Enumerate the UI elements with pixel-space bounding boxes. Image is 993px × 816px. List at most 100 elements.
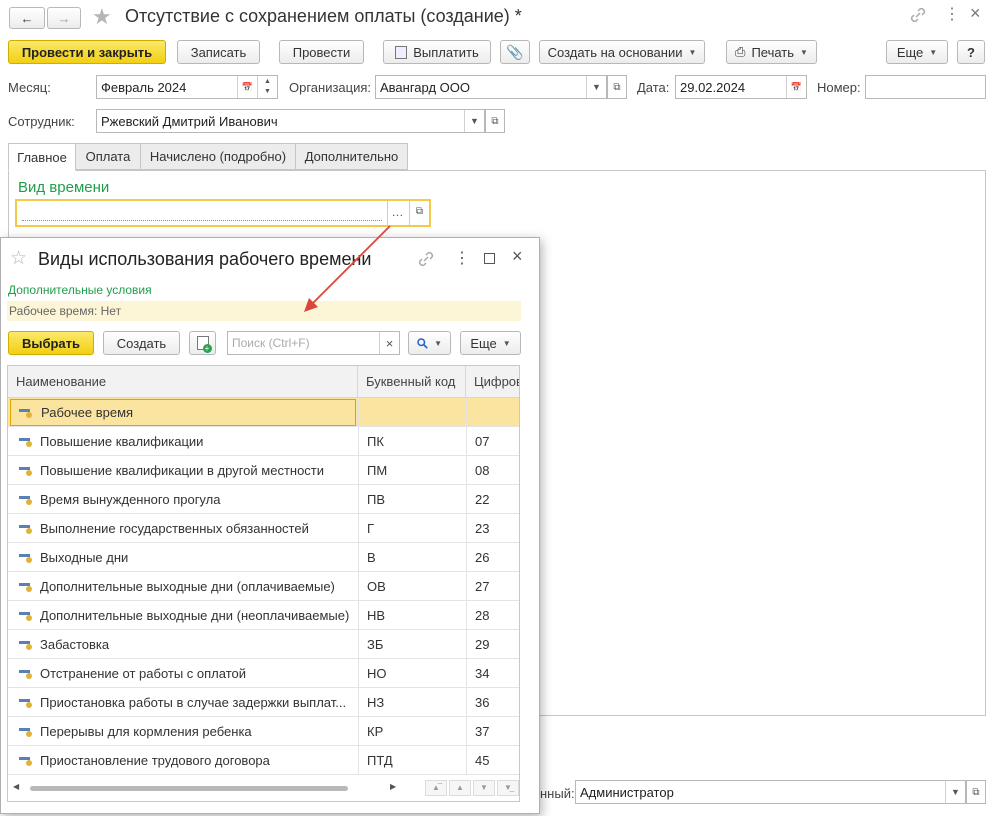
cell-name: Перерывы для кормления ребенка: [40, 724, 252, 739]
star-icon[interactable]: ★: [92, 4, 112, 30]
dropdown-arrow-icon[interactable]: ▼: [945, 781, 965, 803]
horizontal-scrollbar[interactable]: ◀ ▶: [8, 774, 408, 801]
date-field[interactable]: 29.02.2024 📅: [675, 75, 807, 99]
tab-main[interactable]: Главное: [8, 143, 76, 171]
cell-letter-code: ПТД: [358, 746, 466, 775]
tab-accrued-detailed[interactable]: Начислено (подробно): [140, 143, 296, 170]
link-icon[interactable]: [908, 5, 928, 25]
table-row[interactable]: Выходные дни В 26: [8, 543, 519, 572]
item-icon: [19, 726, 33, 738]
more-button[interactable]: Еще ▼: [886, 40, 948, 64]
close-icon[interactable]: ×: [970, 3, 981, 24]
open-icon[interactable]: ⧉: [966, 780, 986, 804]
link-icon[interactable]: [416, 249, 436, 269]
save-button[interactable]: Записать: [177, 40, 260, 64]
close-icon[interactable]: ×: [512, 246, 523, 267]
forward-button[interactable]: →: [47, 7, 81, 29]
cell-letter-code: [358, 398, 466, 427]
table-row[interactable]: Приостановление трудового договора ПТД 45: [8, 746, 519, 775]
cell-digit-code: 08: [466, 456, 519, 485]
item-icon: [19, 436, 33, 448]
table-row[interactable]: Перерывы для кормления ребенка КР 37: [8, 717, 519, 746]
scroll-up-button[interactable]: ▲: [449, 780, 471, 796]
open-icon[interactable]: ⧉: [485, 109, 505, 133]
cell-letter-code: ПМ: [358, 456, 466, 485]
cell-name: Выполнение государственных обязанностей: [40, 521, 309, 536]
item-icon: [19, 639, 33, 651]
create-based-on-button[interactable]: Создать на основании ▼: [539, 40, 705, 64]
cell-name: Рабочее время: [10, 399, 356, 426]
table-row[interactable]: Забастовка ЗБ 29: [8, 630, 519, 659]
calendar-icon[interactable]: 📅: [237, 76, 257, 98]
pay-button[interactable]: Выплатить: [383, 40, 491, 64]
clear-icon[interactable]: ×: [379, 332, 399, 354]
cell-name: Время вынужденного прогула: [40, 492, 221, 507]
cell-name: Приостановка работы в случае задержки вы…: [40, 695, 347, 710]
select-button[interactable]: Выбрать: [8, 331, 94, 355]
cell-letter-code: ОВ: [358, 572, 466, 601]
column-header-digit-code[interactable]: Цифровой код: [466, 366, 519, 398]
scroll-down-button[interactable]: ▼: [473, 780, 495, 796]
cell-letter-code: НЗ: [358, 688, 466, 717]
search-button[interactable]: ▼: [408, 331, 451, 355]
print-button[interactable]: ⎙ Печать ▼: [726, 40, 817, 64]
cell-name: Отстранение от работы с оплатой: [40, 666, 247, 681]
window-title: Отсутствие с сохранением оплаты (создани…: [125, 6, 522, 26]
star-icon[interactable]: ☆: [10, 247, 27, 270]
help-button[interactable]: ?: [957, 40, 985, 64]
month-field[interactable]: Февраль 2024 📅 ▲ ▼: [96, 75, 278, 99]
cell-digit-code: [466, 398, 519, 427]
spin-down-icon[interactable]: ▼: [264, 87, 271, 97]
table-row[interactable]: Рабочее время: [8, 398, 519, 427]
dialog-more-button[interactable]: Еще ▼: [460, 331, 521, 355]
table-row[interactable]: Повышение квалификации ПК 07: [8, 427, 519, 456]
kebab-menu-icon[interactable]: ⋮: [944, 4, 960, 24]
post-and-close-button[interactable]: Провести и закрыть: [8, 40, 166, 64]
employee-field[interactable]: Ржевский Дмитрий Иванович ▼: [96, 109, 485, 133]
table-row[interactable]: Выполнение государственных обязанностей Г…: [8, 514, 519, 543]
cell-digit-code: 28: [466, 601, 519, 630]
open-icon[interactable]: ⧉: [409, 201, 429, 225]
table-row[interactable]: Повышение квалификации в другой местност…: [8, 456, 519, 485]
dropdown-arrow-icon[interactable]: ▼: [586, 76, 606, 98]
forward-arrow-icon: →: [57, 10, 71, 26]
extra-conditions-link[interactable]: Дополнительные условия: [8, 283, 152, 297]
organization-field[interactable]: Авангард ООО ▼: [375, 75, 607, 99]
post-button[interactable]: Провести: [279, 40, 364, 64]
maximize-icon[interactable]: [484, 253, 495, 264]
kebab-menu-icon[interactable]: ⋮: [454, 248, 470, 268]
paperclip-icon: 📎: [506, 43, 524, 60]
table-row[interactable]: Дополнительные выходные дни (неоплачивае…: [8, 601, 519, 630]
dropdown-arrow-icon: ▼: [800, 47, 808, 57]
create-button[interactable]: Создать: [103, 331, 180, 355]
add-document-icon: +: [196, 336, 212, 353]
cell-digit-code: 07: [466, 427, 519, 456]
table-row[interactable]: Приостановка работы в случае задержки вы…: [8, 688, 519, 717]
tab-additional[interactable]: Дополнительно: [295, 143, 408, 170]
cell-letter-code: НВ: [358, 601, 466, 630]
dropdown-arrow-icon[interactable]: ▼: [464, 110, 484, 132]
cell-name: Забастовка: [40, 637, 110, 652]
table-row[interactable]: Дополнительные выходные дни (оплачиваемы…: [8, 572, 519, 601]
spin-up-icon[interactable]: ▲: [264, 77, 271, 87]
table-row[interactable]: Отстранение от работы с оплатой НО 34: [8, 659, 519, 688]
back-button[interactable]: ←: [9, 7, 45, 29]
column-header-name[interactable]: Наименование: [8, 366, 358, 398]
search-input[interactable]: Поиск (Ctrl+F) ×: [227, 331, 400, 355]
responsible-field[interactable]: Администратор ▼: [575, 780, 966, 804]
cell-letter-code: ЗБ: [358, 630, 466, 659]
calendar-icon[interactable]: 📅: [786, 76, 806, 98]
attach-button[interactable]: 📎: [500, 40, 530, 64]
open-icon[interactable]: ⧉: [607, 75, 627, 99]
cell-letter-code: ПВ: [358, 485, 466, 514]
scroll-to-top-button[interactable]: ▲̅: [425, 780, 447, 796]
tab-payment[interactable]: Оплата: [75, 143, 141, 170]
column-header-letter-code[interactable]: Буквенный код: [358, 366, 466, 398]
create-folder-button[interactable]: +: [189, 331, 216, 355]
filter-bar: Рабочее время: Нет: [7, 301, 521, 321]
dropdown-arrow-icon: ▼: [929, 47, 938, 57]
month-label: Месяц:: [8, 80, 51, 95]
number-field[interactable]: [865, 75, 986, 99]
table-row[interactable]: Время вынужденного прогула ПВ 22: [8, 485, 519, 514]
scroll-to-bottom-button[interactable]: ▼̲: [497, 780, 519, 796]
